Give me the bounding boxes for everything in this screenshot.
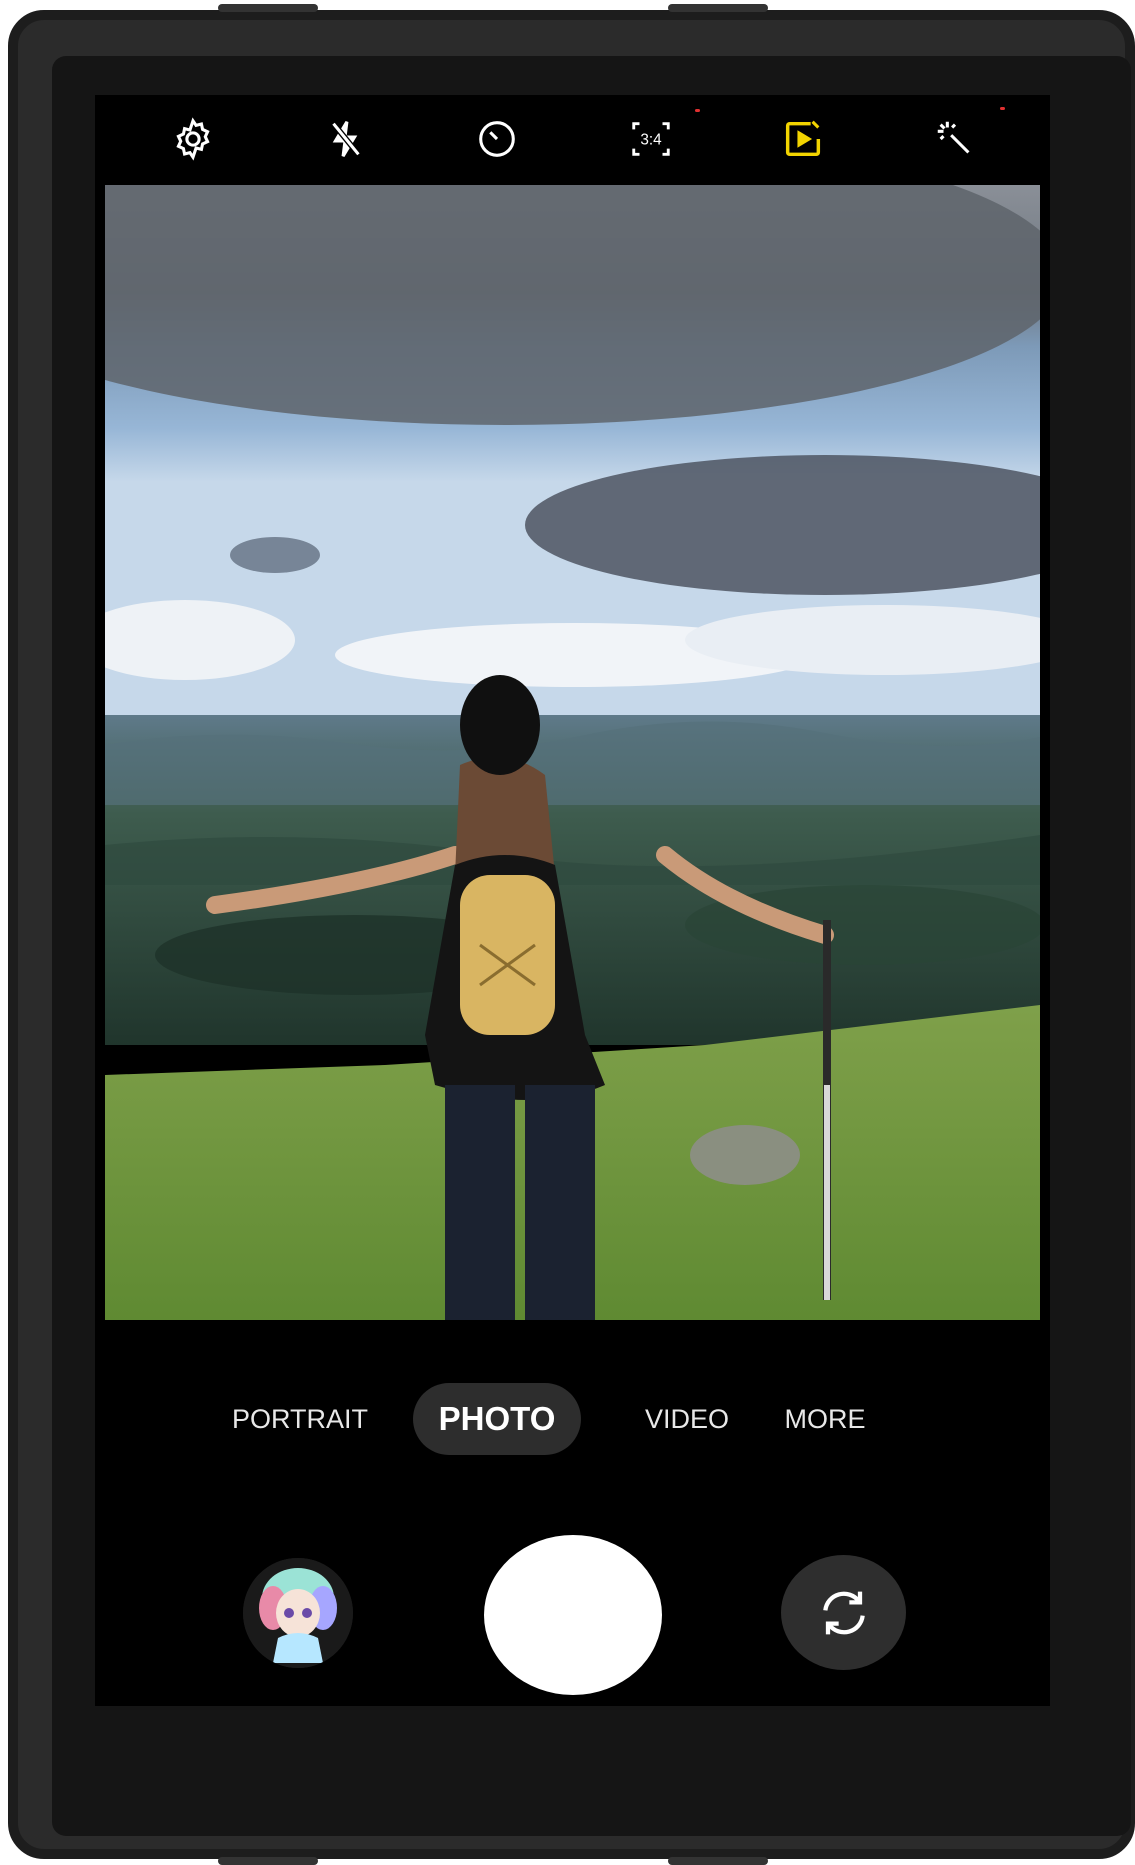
shutter-button[interactable] [484,1535,662,1695]
aspect-ratio-icon[interactable]: 3:4 [623,111,679,167]
motion-photo-icon[interactable] [775,111,831,167]
aspect-ratio-indicator [695,109,700,112]
viewfinder-scene [105,185,1040,1320]
camera-mode-selector: PORTRAIT PHOTO VIDEO MORE [95,1383,1050,1455]
bottom-speaker [668,1857,768,1865]
aspect-ratio-label: 3:4 [640,132,662,149]
switch-camera-icon [822,1591,865,1634]
mode-portrait[interactable]: PORTRAIT [225,1383,375,1455]
filters-indicator [1000,107,1005,110]
avatar-image [243,1558,353,1668]
switch-camera-button[interactable] [781,1555,906,1670]
power-button [218,4,318,12]
camera-screen: 3:4 PORTRAIT PHOTO VIDEO MORE [95,95,1050,1706]
mode-video[interactable]: VIDEO [627,1383,747,1455]
filters-icon[interactable] [927,111,983,167]
settings-icon[interactable] [165,111,221,167]
mode-photo[interactable]: PHOTO [413,1383,581,1455]
bottom-port [218,1857,318,1865]
volume-button [668,4,768,12]
gallery-thumbnail[interactable] [243,1558,353,1668]
timer-icon[interactable] [469,111,525,167]
camera-top-toolbar: 3:4 [95,95,1050,185]
viewfinder-preview[interactable] [105,185,1040,1320]
flash-off-icon[interactable] [317,111,373,167]
mode-more[interactable]: MORE [755,1383,895,1455]
